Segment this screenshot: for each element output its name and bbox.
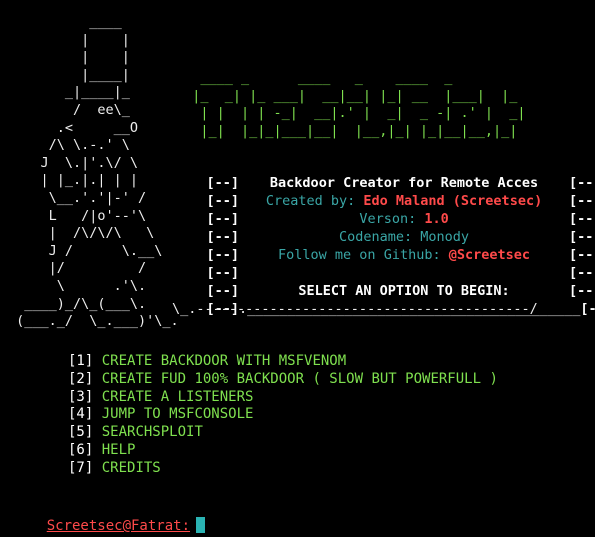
menu-item-label: JUMP TO MSFCONSOLE: [101, 406, 254, 423]
menu-item-number: [1]: [68, 353, 94, 369]
menu-item-1[interactable]: [1] CREATE BACKDOOR WITH MSFVENOM: [68, 353, 498, 371]
menu-item-6[interactable]: [6] HELP: [68, 442, 498, 460]
ascii-robot-art: ____ | | | | |____| _|____|_ / ee\_ .< _…: [16, 14, 179, 330]
menu-item-number: [7]: [68, 459, 94, 476]
menu-item-label: HELP: [101, 441, 136, 458]
menu-item-number: [5]: [68, 424, 94, 441]
shell-prompt: Screetsec@Fatrat:: [46, 518, 191, 534]
menu-item-label: SEARCHSPLOIT: [101, 424, 203, 441]
menu-item-5[interactable]: [5] SEARCHSPLOIT: [68, 424, 498, 442]
bracket-right: [--]: [580, 301, 595, 317]
menu-item-label: CREATE A LISTENERS: [101, 388, 254, 405]
menu-item-2[interactable]: [2] CREATE FUD 100% BACKDOOR ( SLOW BUT …: [68, 371, 498, 389]
banner-bottom-border: \_.-------------------------------------…: [172, 301, 538, 317]
text-cursor[interactable]: [196, 517, 206, 533]
menu-item-label: CREATE BACKDOOR WITH MSFVENOM: [101, 353, 347, 369]
main-menu: [1] CREATE BACKDOOR WITH MSFVENOM [2] CR…: [68, 353, 498, 478]
menu-item-number: [4]: [68, 406, 94, 423]
command-prompt-line[interactable]: Screetsec@Fatrat:: [13, 499, 206, 537]
menu-item-4[interactable]: [4] JUMP TO MSFCONSOLE: [68, 406, 498, 424]
menu-item-number: [2]: [68, 370, 94, 387]
terminal-window[interactable]: ____ | | | | |____| _|____|_ / ee\_ .< _…: [0, 0, 595, 537]
menu-item-number: [3]: [68, 388, 94, 405]
menu-item-number: [6]: [68, 441, 94, 458]
ascii-logo-art: ____ _ ____ _ ____ _ |_ _| |_ ___| __|__…: [192, 70, 526, 139]
menu-item-label: CREATE FUD 100% BACKDOOR ( SLOW BUT POWE…: [101, 370, 498, 387]
menu-item-7[interactable]: [7] CREDITS: [68, 460, 498, 478]
menu-item-3[interactable]: [3] CREATE A LISTENERS: [68, 389, 498, 407]
menu-item-label: CREDITS: [101, 459, 161, 476]
